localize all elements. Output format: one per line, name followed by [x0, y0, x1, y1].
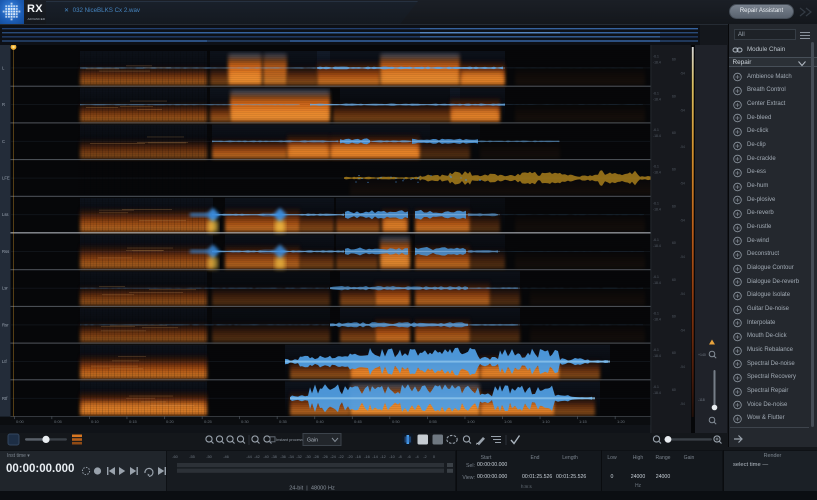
svg-text:-6.1: -6.1 — [653, 55, 659, 59]
svg-text:LFE: LFE — [2, 176, 10, 181]
svg-text:1:10: 1:10 — [542, 419, 551, 424]
svg-text:-30: -30 — [305, 454, 311, 459]
svg-text:0:05: 0:05 — [54, 419, 63, 424]
svg-text:-18.4: -18.4 — [653, 134, 661, 138]
svg-text:-6.1: -6.1 — [653, 348, 659, 352]
svg-text:-34: -34 — [288, 454, 294, 459]
svg-text:0:20: 0:20 — [166, 419, 175, 424]
svg-text:24-bit | 48000 Hz: 24-bit | 48000 Hz — [289, 486, 335, 492]
svg-text:60: 60 — [672, 168, 676, 172]
svg-text:-18.4: -18.4 — [653, 207, 661, 211]
svg-text:1:05: 1:05 — [504, 419, 513, 424]
svg-text:-18.4: -18.4 — [653, 354, 661, 358]
svg-text:0:40: 0:40 — [316, 419, 325, 424]
svg-text:-4: -4 — [415, 454, 419, 459]
svg-text:60: 60 — [672, 241, 676, 245]
svg-text:-42: -42 — [254, 454, 260, 459]
svg-text:-46: -46 — [223, 454, 229, 459]
svg-text:Rsr: Rsr — [2, 322, 9, 327]
svg-text:0:30: 0:30 — [241, 419, 250, 424]
svg-text:60: 60 — [672, 94, 676, 98]
svg-text:-50: -50 — [206, 454, 212, 459]
svg-text:-6.1: -6.1 — [653, 91, 659, 95]
svg-text:-55: -55 — [189, 454, 195, 459]
svg-text:Gain: Gain — [307, 437, 318, 443]
svg-text:60: 60 — [672, 204, 676, 208]
svg-text:1:00: 1:00 — [467, 419, 476, 424]
svg-text:+140: +140 — [698, 353, 706, 357]
svg-text:Lsr: Lsr — [2, 286, 8, 291]
svg-text:0:45: 0:45 — [354, 419, 363, 424]
svg-text:-18.4: -18.4 — [653, 61, 661, 65]
svg-text:-18.4: -18.4 — [653, 318, 661, 322]
svg-text:-6.1: -6.1 — [653, 201, 659, 205]
svg-text:1:20: 1:20 — [617, 419, 626, 424]
svg-text:60: 60 — [672, 131, 676, 135]
svg-text:-54: -54 — [680, 329, 685, 333]
svg-text:-44: -44 — [246, 454, 252, 459]
svg-text:-38: -38 — [271, 454, 277, 459]
svg-text:-18: -18 — [355, 454, 361, 459]
svg-text:-18.4: -18.4 — [653, 391, 661, 395]
svg-text:-6: -6 — [407, 454, 410, 459]
svg-text:-18.4: -18.4 — [653, 244, 661, 248]
svg-text:0:25: 0:25 — [204, 419, 213, 424]
svg-text:-28: -28 — [313, 454, 319, 459]
svg-text:-6.1: -6.1 — [653, 312, 659, 316]
svg-text:-18.4: -18.4 — [653, 281, 661, 285]
svg-text:-24: -24 — [330, 454, 336, 459]
svg-text:60: 60 — [672, 58, 676, 62]
svg-text:0:50: 0:50 — [392, 419, 401, 424]
svg-text:-54: -54 — [680, 218, 685, 222]
svg-text:60: 60 — [672, 388, 676, 392]
svg-text:-26: -26 — [322, 454, 328, 459]
svg-text:-16: -16 — [364, 454, 370, 459]
svg-text:0:55: 0:55 — [429, 419, 438, 424]
svg-text:-54: -54 — [680, 365, 685, 369]
svg-text:1:15: 1:15 — [579, 419, 588, 424]
svg-text:-6.1: -6.1 — [653, 165, 659, 169]
svg-text:-54: -54 — [680, 182, 685, 186]
svg-text:-54: -54 — [680, 145, 685, 149]
svg-text:-6.1: -6.1 — [653, 385, 659, 389]
svg-text:Lss: Lss — [2, 212, 9, 217]
svg-text:-36: -36 — [280, 454, 286, 459]
svg-text:Instant process: Instant process — [276, 437, 303, 442]
svg-text:-22: -22 — [338, 454, 344, 459]
svg-text:60: 60 — [672, 351, 676, 355]
svg-text:Rss: Rss — [2, 249, 9, 254]
svg-text:0:00: 0:00 — [16, 419, 25, 424]
svg-text:Rtf: Rtf — [2, 396, 8, 401]
svg-text:-2: -2 — [423, 454, 426, 459]
svg-text:-6.1: -6.1 — [653, 128, 659, 132]
svg-text:-20: -20 — [347, 454, 353, 459]
svg-text:-14: -14 — [372, 454, 378, 459]
svg-text:-54: -54 — [680, 402, 685, 406]
svg-text:-8: -8 — [398, 454, 401, 459]
svg-text:0:15: 0:15 — [129, 419, 138, 424]
svg-text:R: R — [2, 102, 5, 107]
svg-text:0:10: 0:10 — [91, 419, 100, 424]
svg-text:-40: -40 — [263, 454, 269, 459]
svg-text:-10: -10 — [389, 454, 395, 459]
svg-text:-32: -32 — [296, 454, 302, 459]
svg-text:60: 60 — [672, 315, 676, 319]
svg-text:-118: -118 — [698, 398, 705, 402]
svg-text:-18.4: -18.4 — [653, 171, 661, 175]
svg-text:0:35: 0:35 — [279, 419, 288, 424]
svg-text:-12: -12 — [380, 454, 386, 459]
svg-text:-54: -54 — [680, 255, 685, 259]
svg-text:-54: -54 — [680, 108, 685, 112]
svg-text:-18.4: -18.4 — [653, 97, 661, 101]
svg-text:C: C — [2, 139, 5, 144]
svg-text:0: 0 — [433, 454, 436, 459]
svg-text:60: 60 — [672, 278, 676, 282]
svg-text:-60: -60 — [172, 454, 178, 459]
svg-text:-6.1: -6.1 — [653, 275, 659, 279]
svg-text:-54: -54 — [680, 72, 685, 76]
svg-text:-6.1: -6.1 — [653, 238, 659, 242]
svg-text:-54: -54 — [680, 292, 685, 296]
